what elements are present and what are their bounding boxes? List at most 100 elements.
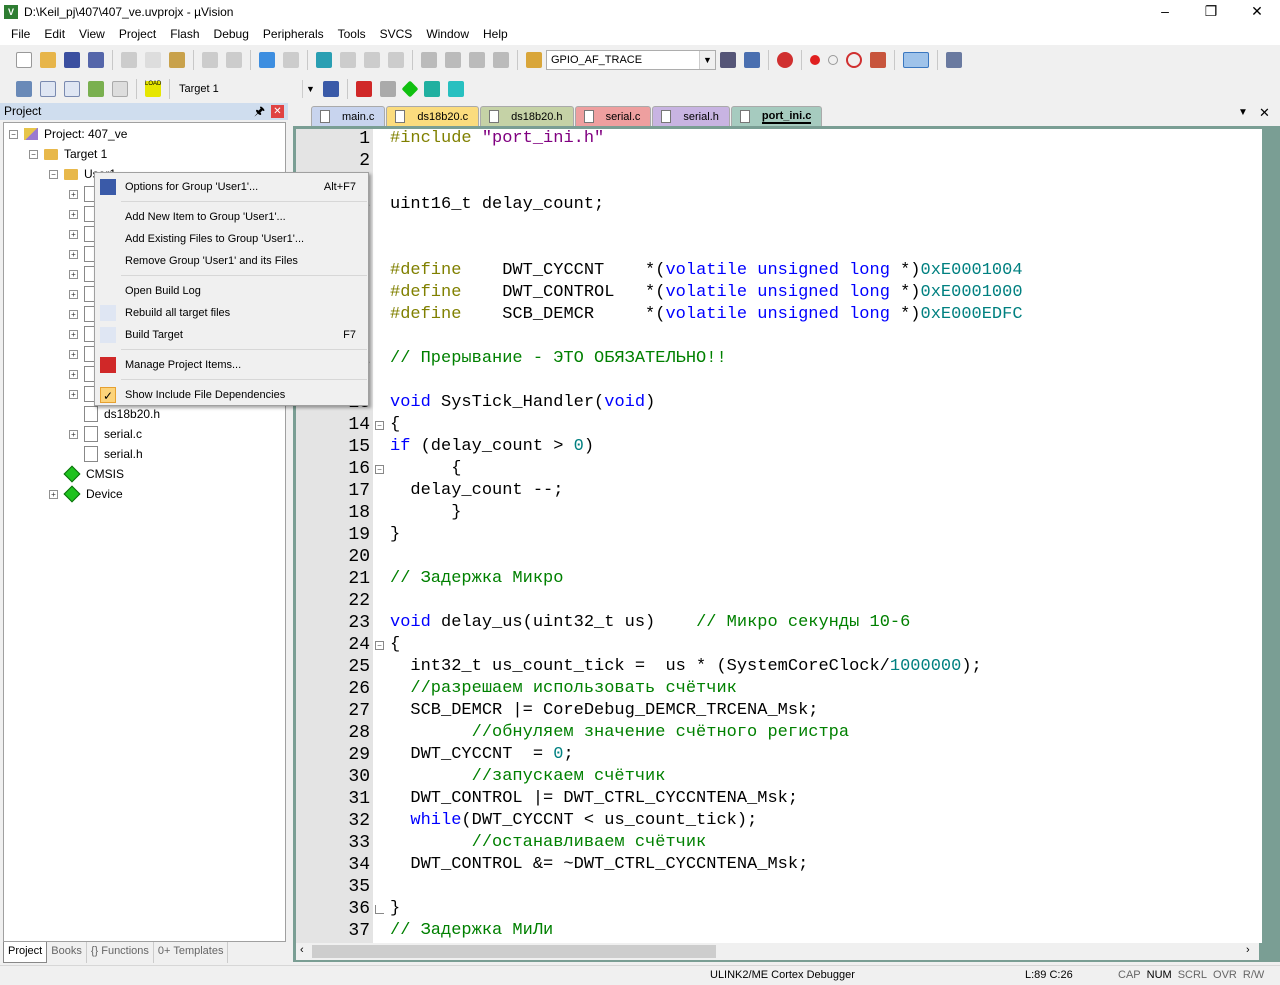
save-all-icon[interactable]: [88, 52, 104, 68]
menu-item[interactable]: Add Existing Files to Group 'User1'...: [95, 228, 368, 250]
menu-file[interactable]: File: [4, 27, 37, 41]
horizontal-scrollbar[interactable]: ‹ ›: [296, 943, 1259, 960]
panel-tab-3[interactable]: 0+ Templates: [154, 942, 229, 963]
tree-item[interactable]: + Device: [49, 484, 123, 504]
code-line[interactable]: }: [390, 524, 400, 546]
menu-item[interactable]: Add New Item to Group 'User1'...: [95, 206, 368, 228]
unindent-icon[interactable]: [445, 52, 461, 68]
expander-plus-icon[interactable]: +: [69, 429, 78, 439]
code-line[interactable]: delay_count --;: [390, 480, 563, 502]
expander-plus-icon[interactable]: +: [69, 229, 78, 239]
code-line[interactable]: //останавливаем счётчик: [390, 832, 707, 854]
menu-item[interactable]: Options for Group 'User1'... Alt+F7: [95, 176, 368, 198]
fold-toggle-icon[interactable]: −: [375, 421, 384, 430]
code-line[interactable]: DWT_CONTROL |= DWT_CTRL_CYCCNTENA_Msk;: [390, 788, 798, 810]
code-line[interactable]: while(DWT_CYCCNT < us_count_tick);: [390, 810, 757, 832]
tree-item[interactable]: CMSIS: [49, 464, 124, 484]
menu-project[interactable]: Project: [112, 27, 163, 41]
code-line[interactable]: if (delay_count > 0): [390, 436, 594, 458]
tab-serial-c[interactable]: serial.c: [574, 106, 652, 126]
find-icon[interactable]: [720, 52, 736, 68]
find-in-files-icon[interactable]: [526, 52, 542, 68]
kill-breakpoints-icon[interactable]: [846, 52, 862, 68]
expander-plus-icon[interactable]: +: [69, 209, 78, 219]
code-line[interactable]: void delay_us(uint32_t us) // Микро секу…: [390, 612, 910, 634]
pin-icon[interactable]: 🖈: [254, 103, 265, 120]
close-icon[interactable]: ✕: [1234, 0, 1280, 23]
close-panel-icon[interactable]: ✕: [271, 105, 284, 118]
fold-end-icon[interactable]: [375, 905, 384, 914]
tree-item[interactable]: serial.h: [69, 444, 143, 464]
expander-plus-icon[interactable]: +: [69, 309, 78, 319]
copy-icon[interactable]: [145, 52, 161, 68]
tree-item[interactable]: − Target 1: [29, 144, 107, 164]
undo-icon[interactable]: [202, 52, 218, 68]
prev-bookmark-icon[interactable]: [340, 52, 356, 68]
close-tab-icon[interactable]: ✕: [1259, 105, 1270, 121]
rebuild-icon[interactable]: [64, 81, 80, 97]
code-line[interactable]: SCB_DEMCR |= CoreDebug_DEMCR_TRCENA_Msk;: [390, 700, 818, 722]
code-line[interactable]: }: [390, 502, 461, 524]
code-line[interactable]: //разрешаем использовать счётчик: [390, 678, 736, 700]
code-line[interactable]: // Задержка МиЛи: [390, 920, 553, 942]
tab-port_ini-c[interactable]: port_ini.c: [730, 106, 823, 126]
expander-minus-icon[interactable]: −: [9, 129, 18, 139]
incremental-find-icon[interactable]: [744, 52, 760, 68]
cut-icon[interactable]: [121, 52, 137, 68]
navigate-back-icon[interactable]: [259, 52, 275, 68]
new-file-icon[interactable]: [16, 52, 32, 68]
menu-edit[interactable]: Edit: [37, 27, 72, 41]
fold-toggle-icon[interactable]: −: [375, 465, 384, 474]
expander-plus-icon[interactable]: +: [69, 389, 78, 399]
code-line[interactable]: //обнуляем значение счётного регистра: [390, 722, 849, 744]
batch-build-icon[interactable]: [88, 81, 104, 97]
navigate-forward-icon[interactable]: [283, 52, 299, 68]
menu-view[interactable]: View: [72, 27, 112, 41]
expander-minus-icon[interactable]: −: [49, 169, 58, 179]
menu-item[interactable]: Open Build Log: [95, 280, 368, 302]
find-combo[interactable]: GPIO_AF_TRACE ▼: [546, 50, 716, 70]
scroll-right-icon[interactable]: ›: [1246, 944, 1250, 956]
expander-plus-icon[interactable]: +: [69, 289, 78, 299]
window-layout-icon[interactable]: [903, 52, 929, 68]
code-line[interactable]: #define SCB_DEMCR *(volatile unsigned lo…: [390, 304, 1023, 326]
clear-bookmarks-icon[interactable]: [388, 52, 404, 68]
code-line[interactable]: {: [390, 414, 400, 436]
panel-tab-0[interactable]: Project: [3, 942, 48, 963]
disable-breakpoint-icon[interactable]: [828, 55, 838, 65]
options-icon[interactable]: [870, 52, 886, 68]
tree-item[interactable]: + serial.c: [69, 424, 142, 444]
next-bookmark-icon[interactable]: [364, 52, 380, 68]
tab-ds18b20-c[interactable]: ds18b20.c: [386, 106, 480, 126]
menu-item[interactable]: Build Target F7: [95, 324, 368, 346]
code-line[interactable]: }: [390, 898, 400, 920]
target-options-icon[interactable]: [323, 81, 339, 97]
breakpoint-icon[interactable]: [810, 55, 820, 65]
code-line[interactable]: int32_t us_count_tick = us * (SystemCore…: [390, 656, 981, 678]
code-line[interactable]: {: [390, 458, 461, 480]
code-line[interactable]: // Задержка Микро: [390, 568, 563, 590]
uncomment-icon[interactable]: [493, 52, 509, 68]
scroll-left-icon[interactable]: ‹: [300, 944, 304, 956]
comment-icon[interactable]: [469, 52, 485, 68]
menu-flash[interactable]: Flash: [163, 27, 206, 41]
redo-icon[interactable]: [226, 52, 242, 68]
fold-toggle-icon[interactable]: −: [375, 641, 384, 650]
restore-icon[interactable]: ❐: [1188, 0, 1234, 23]
code-line[interactable]: // Прерывание - ЭТО ОБЯЗАТЕЛЬНО!!: [390, 348, 727, 370]
expander-plus-icon[interactable]: +: [69, 329, 78, 339]
tab-main-c[interactable]: main.c: [311, 106, 386, 126]
code-line[interactable]: #define DWT_CONTROL *(volatile unsigned …: [390, 282, 1023, 304]
editor-text-area[interactable]: 1234567891011121314151617181920212223242…: [296, 129, 1262, 943]
expander-plus-icon[interactable]: +: [69, 189, 78, 199]
bookmark-icon[interactable]: [316, 52, 332, 68]
tab-serial-h[interactable]: serial.h: [652, 106, 730, 126]
menu-svcs[interactable]: SVCS: [373, 27, 420, 41]
menu-debug[interactable]: Debug: [207, 27, 256, 41]
select-packs-icon[interactable]: [380, 81, 396, 97]
menu-help[interactable]: Help: [476, 27, 515, 41]
configure-icon[interactable]: [946, 52, 962, 68]
code-line[interactable]: #include "port_ini.h": [390, 129, 604, 150]
minimize-icon[interactable]: –: [1142, 0, 1188, 23]
menu-item[interactable]: ✓ Show Include File Dependencies: [95, 384, 368, 406]
